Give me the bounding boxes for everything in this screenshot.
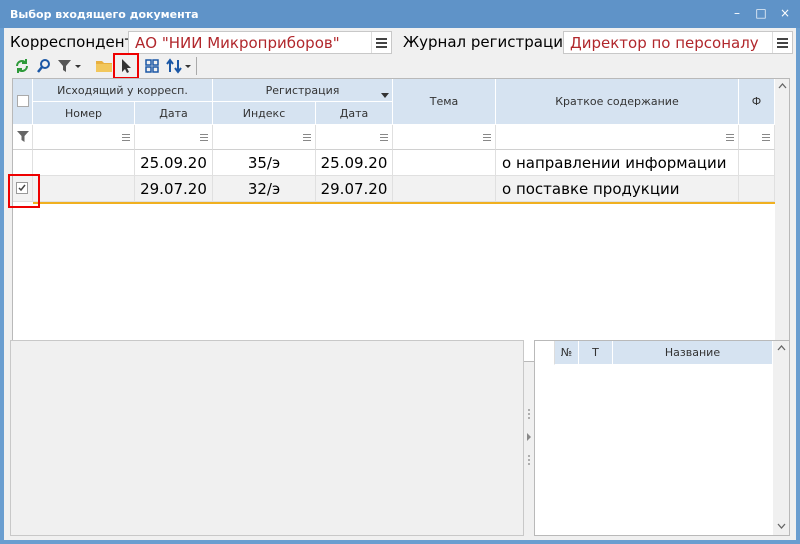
cell-out-date[interactable]: 29.07.20 xyxy=(135,176,213,202)
attachments-corner xyxy=(535,341,555,365)
menu-icon xyxy=(376,42,387,44)
chevron-up-icon xyxy=(778,83,787,89)
chevron-up-icon xyxy=(777,345,786,351)
attachments-vertical-scrollbar[interactable] xyxy=(773,341,789,535)
menu-icon xyxy=(777,38,788,40)
cell-number[interactable] xyxy=(33,176,135,202)
select-all-header[interactable] xyxy=(13,79,33,125)
grid-icon xyxy=(145,59,159,73)
column-header-number[interactable]: Номер xyxy=(33,102,135,125)
sort-button[interactable] xyxy=(164,55,194,77)
sort-icon xyxy=(166,58,191,74)
menu-icon xyxy=(777,46,788,48)
journal-label: Журнал регистрации xyxy=(403,33,573,51)
maximize-button[interactable]: □ xyxy=(750,4,772,22)
column-header-type[interactable]: Т xyxy=(579,341,613,365)
folder-button[interactable] xyxy=(94,55,114,77)
column-header-summary[interactable]: Краткое содержание xyxy=(496,79,739,125)
cell-f[interactable] xyxy=(739,176,775,202)
row-checkbox-cell[interactable] xyxy=(13,150,33,176)
minimize-button[interactable]: – xyxy=(726,4,748,22)
cell-index[interactable]: 32/э xyxy=(213,176,316,202)
search-icon xyxy=(37,59,50,73)
cell-summary[interactable]: о направлении информации xyxy=(496,150,739,176)
cell-topic[interactable] xyxy=(393,150,496,176)
column-header-out-date[interactable]: Дата xyxy=(135,102,213,125)
folder-icon xyxy=(96,61,112,72)
cell-index[interactable]: 35/э xyxy=(213,150,316,176)
column-header-topic[interactable]: Тема xyxy=(393,79,496,125)
filter-f[interactable] xyxy=(739,125,775,150)
toolbar xyxy=(12,53,412,79)
correspondent-value: АО "НИИ Микроприборов" xyxy=(135,34,340,52)
menu-icon xyxy=(777,42,788,44)
select-all-checkbox[interactable] xyxy=(17,95,29,107)
journal-value: Директор по персоналу xyxy=(570,34,759,52)
document-preview-pane xyxy=(10,340,524,536)
filter-index[interactable] xyxy=(213,125,316,150)
grid-view-button[interactable] xyxy=(142,55,162,77)
cell-reg-date[interactable]: 29.07.20 xyxy=(316,176,393,202)
correspondent-menu-button[interactable] xyxy=(371,32,391,53)
dialog-body: Корреспондент АО "НИИ Микроприборов" Жур… xyxy=(4,28,796,540)
column-header-name[interactable]: Название xyxy=(613,341,773,365)
filter-number[interactable] xyxy=(33,125,135,150)
cell-out-date[interactable]: 25.09.20 xyxy=(135,150,213,176)
correspondent-field[interactable]: АО "НИИ Микроприборов" xyxy=(128,31,392,54)
correspondent-label: Корреспондент xyxy=(10,33,134,51)
horizontal-splitter[interactable] xyxy=(374,334,424,348)
refresh-icon xyxy=(16,59,28,73)
column-header-no[interactable]: № xyxy=(555,341,579,365)
filter-icon xyxy=(17,131,29,142)
search-button[interactable] xyxy=(34,55,54,77)
highlight-select-button xyxy=(113,53,139,79)
journal-field[interactable]: Директор по персоналу xyxy=(563,31,793,54)
attachments-grid: № Т Название xyxy=(534,340,790,536)
vertical-splitter[interactable] xyxy=(526,406,532,468)
filter-button[interactable] xyxy=(56,55,84,77)
highlight-row-checkbox xyxy=(8,174,40,208)
filter-icon xyxy=(58,60,81,72)
focused-row-underline xyxy=(33,202,775,204)
refresh-button[interactable] xyxy=(12,55,32,77)
group-header-registration: Регистрация xyxy=(213,79,393,102)
menu-icon xyxy=(376,46,387,48)
toolbar-separator xyxy=(196,57,197,75)
filter-topic[interactable] xyxy=(393,125,496,150)
cell-f[interactable] xyxy=(739,150,775,176)
window-title: Выбор входящего документа xyxy=(10,8,199,21)
sort-desc-icon xyxy=(381,93,389,98)
close-button[interactable]: × xyxy=(774,4,796,22)
grid-vertical-scrollbar[interactable] xyxy=(775,79,789,361)
title-bar: Выбор входящего документа – □ × xyxy=(0,0,800,28)
cell-number[interactable] xyxy=(33,150,135,176)
column-header-reg-date[interactable]: Дата xyxy=(316,102,393,125)
filter-row-icon-cell xyxy=(13,125,33,150)
cell-reg-date[interactable]: 25.09.20 xyxy=(316,150,393,176)
journal-menu-button[interactable] xyxy=(772,32,792,53)
filter-reg-date[interactable] xyxy=(316,125,393,150)
column-header-index[interactable]: Индекс xyxy=(213,102,316,125)
documents-grid: Исходящий у корресп. Регистрация Номер Д… xyxy=(12,78,790,362)
splitter-grip-icon xyxy=(527,409,531,465)
filter-out-date[interactable] xyxy=(135,125,213,150)
cell-summary[interactable]: о поставке продукции xyxy=(496,176,739,202)
column-header-f[interactable]: Ф xyxy=(739,79,775,125)
menu-icon xyxy=(376,38,387,40)
cell-topic[interactable] xyxy=(393,176,496,202)
filter-summary[interactable] xyxy=(496,125,739,150)
group-header-outgoing: Исходящий у корресп. xyxy=(33,79,213,102)
chevron-down-icon xyxy=(777,523,786,529)
